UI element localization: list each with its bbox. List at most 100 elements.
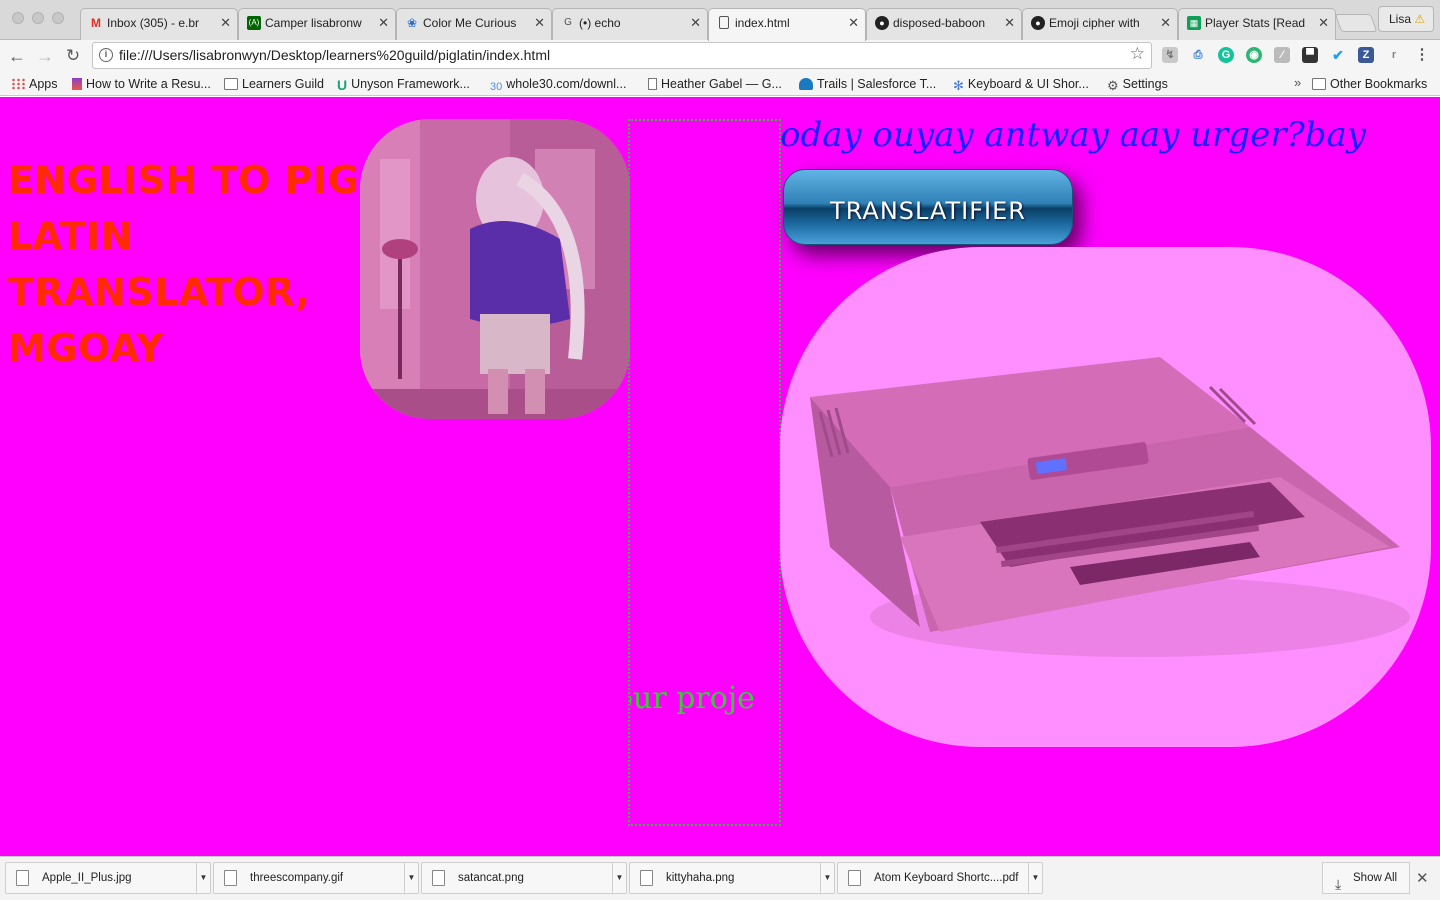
translatifier-button[interactable]: TRANSLATIFIER — [783, 169, 1073, 245]
tab-close-icon[interactable]: ✕ — [1004, 9, 1015, 37]
menu-dots-icon[interactable]: ⋮ — [1414, 47, 1430, 63]
threes-company-gif — [360, 119, 630, 419]
bookmark-resume[interactable]: How to Write a Resu... — [72, 75, 211, 93]
page-icon — [648, 78, 657, 90]
show-all-label: Show All — [1353, 872, 1398, 884]
back-arrow-icon[interactable]: ← — [5, 44, 29, 68]
tab-title: Camper lisabronw — [265, 16, 362, 30]
apps-grid-icon — [11, 78, 25, 90]
window-close-button[interactable] — [12, 12, 24, 24]
bookmark-label: whole30.com/downl... — [506, 77, 627, 91]
download-item[interactable]: satancat.png ▼ — [421, 862, 627, 894]
tab-title: index.html — [735, 16, 790, 30]
download-item[interactable]: threescompany.gif ▼ — [213, 862, 419, 894]
page-title: ENGLISH TO PIG LATIN TRANSLATOR, MGOAY — [8, 158, 360, 370]
folder-icon — [1312, 78, 1326, 90]
evernote-icon[interactable]: ◉ — [1246, 47, 1262, 63]
profile-button[interactable]: Lisa ⚠ — [1378, 6, 1434, 32]
file-icon — [432, 870, 445, 886]
tab-echo[interactable]: G (•) echo ✕ — [552, 8, 708, 40]
tab-title: disposed-baboon — [893, 16, 986, 30]
bookmark-trailhead[interactable]: Trails | Salesforce T... — [799, 75, 936, 93]
new-tab-button[interactable] — [1334, 14, 1378, 32]
tab-disposed-baboon[interactable]: ● disposed-baboon ✕ — [866, 8, 1022, 40]
pig-latin-prompt: oday ouyay antway aay urger?bay — [780, 115, 1366, 155]
echo-icon: G — [564, 17, 572, 28]
show-all-downloads-button[interactable]: ⤓ Show All — [1322, 862, 1410, 894]
downloads-shelf: Apple_II_Plus.jpg ▼ threescompany.gif ▼ … — [0, 856, 1440, 900]
tab-emoji-cipher[interactable]: ● Emoji cipher with ✕ — [1022, 8, 1178, 40]
download-menu-chevron-icon[interactable]: ▼ — [820, 863, 834, 893]
trailhead-icon — [799, 78, 813, 90]
tab-close-icon[interactable]: ✕ — [690, 9, 701, 37]
tab-fcc[interactable]: (A) Camper lisabronw ✕ — [238, 8, 396, 40]
file-icon — [224, 870, 237, 886]
page-viewport: ENGLISH TO PIG LATIN TRANSLATOR, MGOAY s… — [0, 97, 1440, 856]
momentum-icon[interactable]: ▀ — [1302, 47, 1318, 63]
color-icon: ❀ — [406, 16, 418, 30]
bookmark-keyboard-shortcuts[interactable]: ✻ Keyboard & UI Shor... — [953, 75, 1089, 93]
bookmark-label: Apps — [29, 77, 58, 91]
tab-close-icon[interactable]: ✕ — [848, 9, 859, 37]
tab-color-me-curious[interactable]: ❀ Color Me Curious ✕ — [396, 8, 552, 40]
window-zoom-button[interactable] — [52, 12, 64, 24]
grammarly-icon[interactable]: G — [1218, 47, 1234, 63]
forward-arrow-icon[interactable]: → — [33, 44, 57, 68]
browser-toolbar: ← → ↻ i file:///Users/lisabronwyn/Deskto… — [0, 40, 1440, 72]
bookmark-unyson[interactable]: U Unyson Framework... — [337, 75, 470, 93]
bookmark-learners-guild[interactable]: Learners Guild — [224, 75, 324, 93]
download-item[interactable]: Atom Keyboard Shortc....pdf ▼ — [837, 862, 1043, 894]
bookmark-heather-gabel[interactable]: Heather Gabel — G... — [648, 75, 782, 93]
r-extension-icon[interactable]: r — [1386, 47, 1402, 63]
tab-index-html[interactable]: index.html ✕ — [708, 8, 866, 41]
bookmark-settings[interactable]: ⚙ Settings — [1107, 75, 1168, 93]
close-icon[interactable]: ✕ — [1416, 869, 1429, 887]
bookmarks-bar: Apps How to Write a Resu... Learners Gui… — [0, 72, 1440, 96]
bookmark-page-icon — [72, 78, 82, 90]
gif-illustration — [360, 119, 630, 419]
blocked-extension-icon[interactable]: ⁄ — [1274, 47, 1290, 63]
zotero-icon[interactable]: Z — [1358, 47, 1374, 63]
apple-ii-illustration — [810, 357, 1410, 657]
download-menu-chevron-icon[interactable]: ▼ — [1028, 863, 1042, 893]
download-filename: satancat.png — [458, 872, 524, 884]
tab-close-icon[interactable]: ✕ — [378, 9, 389, 37]
tab-gmail[interactable]: M Inbox (305) - e.br ✕ — [80, 8, 238, 40]
download-filename: threescompany.gif — [250, 872, 344, 884]
print-friendly-icon[interactable]: ⎙ — [1190, 47, 1206, 63]
bookmarks-overflow-chevron-icon[interactable]: » — [1294, 75, 1301, 90]
tab-title: Emoji cipher with — [1049, 16, 1140, 30]
window-minimize-button[interactable] — [32, 12, 44, 24]
bird-icon[interactable]: ✔ — [1330, 47, 1346, 63]
extension-icon[interactable]: ↯ — [1162, 47, 1178, 63]
download-menu-chevron-icon[interactable]: ▼ — [404, 863, 418, 893]
warning-icon: ⚠ — [1414, 12, 1426, 26]
bookmark-apps[interactable]: Apps — [11, 75, 58, 93]
gear-blue-icon: ✻ — [953, 78, 964, 93]
apple-ii-image — [780, 247, 1431, 747]
other-bookmarks[interactable]: Other Bookmarks — [1312, 75, 1427, 93]
folder-icon — [224, 78, 238, 90]
tab-player-stats[interactable]: ▦ Player Stats [Read ✕ — [1178, 8, 1336, 40]
tab-close-icon[interactable]: ✕ — [534, 9, 545, 37]
download-item[interactable]: kittyhaha.png ▼ — [629, 862, 835, 894]
site-info-icon[interactable]: i — [99, 48, 113, 62]
gmail-icon: M — [91, 16, 101, 30]
tab-close-icon[interactable]: ✕ — [1318, 9, 1329, 37]
marquee-text: s our proje — [630, 681, 755, 716]
download-menu-chevron-icon[interactable]: ▼ — [612, 863, 626, 893]
bookmark-label: Trails | Salesforce T... — [817, 77, 937, 91]
github-icon: ● — [1031, 16, 1045, 30]
url-text[interactable]: file:///Users/lisabronwyn/Desktop/learne… — [119, 47, 550, 63]
download-item[interactable]: Apple_II_Plus.jpg ▼ — [5, 862, 211, 894]
tab-close-icon[interactable]: ✕ — [1160, 9, 1171, 37]
address-bar[interactable]: i file:///Users/lisabronwyn/Desktop/lear… — [92, 42, 1152, 69]
download-menu-chevron-icon[interactable]: ▼ — [196, 863, 210, 893]
scrolling-text-column: s our proje — [628, 119, 781, 826]
tab-close-icon[interactable]: ✕ — [220, 9, 231, 37]
tab-title: Player Stats [Read — [1205, 16, 1306, 30]
bookmark-star-icon[interactable]: ☆ — [1130, 44, 1145, 64]
reload-icon[interactable]: ↻ — [61, 44, 85, 68]
bookmark-label: Settings — [1122, 77, 1168, 91]
bookmark-whole30[interactable]: 30 whole30.com/downl... — [490, 75, 626, 93]
